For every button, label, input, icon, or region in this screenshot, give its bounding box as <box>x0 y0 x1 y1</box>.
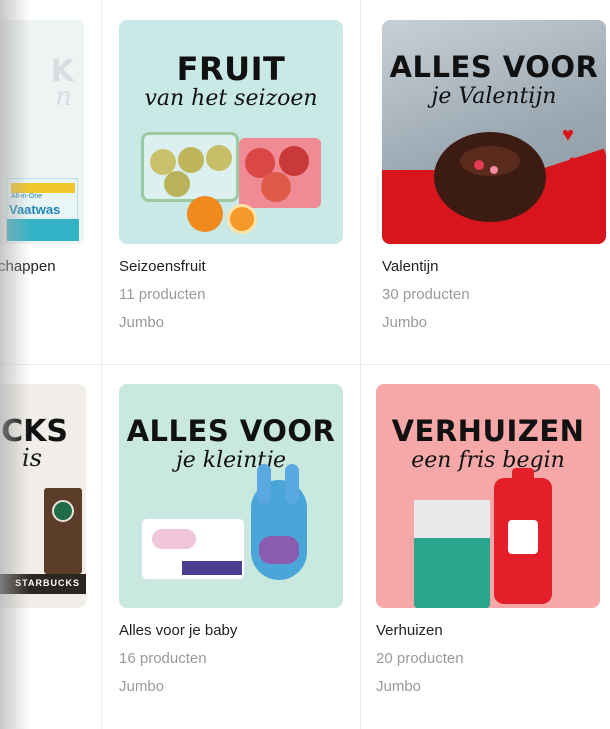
heart-icon: ♥ <box>562 124 574 146</box>
bunny-ear <box>285 464 299 504</box>
partial-card-name: chappen <box>0 258 56 275</box>
image-subline: je kleintje <box>175 448 287 473</box>
partial-subline: is <box>22 444 42 472</box>
bottle-cap <box>512 468 534 484</box>
wipes-pack <box>141 518 245 580</box>
dishwasher-pack: All-in-One Vaatwas <box>6 178 79 241</box>
category-card-verhuizen[interactable]: VERHUIZEN een fris begin Verhuizen 20 pr… <box>376 384 600 704</box>
product-count: 16 producten <box>119 650 207 667</box>
image-subline: je Valentijn <box>431 84 557 109</box>
cloth-pack-label <box>414 500 490 538</box>
mandarin-half-shape <box>227 204 257 234</box>
partial-card-top[interactable]: K n All-in-One Vaatwas chappen <box>0 20 86 300</box>
category-image: ALLES VOOR je kleintje <box>119 384 343 608</box>
chocolate-cake <box>434 132 546 222</box>
image-subline: van het seizoen <box>144 86 318 111</box>
coffee-box: STARBUCKS <box>0 574 86 594</box>
wipes-band <box>182 561 242 575</box>
product-count: 30 producten <box>382 286 470 303</box>
bunny-ear <box>257 464 271 504</box>
coffee-bag <box>44 488 82 574</box>
category-image: ALLES VOOR je Valentijn ♥ ♥ <box>382 20 606 244</box>
pear-shape <box>178 147 204 173</box>
partial-subline: n <box>55 82 72 112</box>
image-subline: een fris begin <box>411 448 565 473</box>
partial-card-bottom-image: CKS is STARBUCKS <box>0 384 86 608</box>
partial-card-bottom[interactable]: CKS is STARBUCKS <box>0 384 86 608</box>
category-name: Alles voor je baby <box>119 622 238 639</box>
image-headline: FRUIT <box>176 50 286 88</box>
image-headline: ALLES VOOR <box>126 414 336 448</box>
pear-shape <box>206 145 232 171</box>
brand-name: Jumbo <box>119 314 165 331</box>
brand-name: Jumbo <box>119 678 165 695</box>
pack-label-small: All-in-One <box>11 193 43 200</box>
category-name: Verhuizen <box>376 622 443 639</box>
sprinkle <box>490 166 498 174</box>
wipes-label <box>152 529 196 549</box>
coffee-box-label: STARBUCKS <box>15 578 80 588</box>
brand-name: Jumbo <box>376 678 422 695</box>
apple-shape <box>279 146 309 176</box>
pack-bottom-band <box>7 219 79 241</box>
mandarin-shape <box>187 196 223 232</box>
cleaning-cloth-pack <box>414 500 490 608</box>
row-divider <box>0 364 610 365</box>
sprinkle <box>474 160 484 170</box>
category-image: FRUIT van het seizoen <box>119 20 343 244</box>
category-card-valentijn[interactable]: ALLES VOOR je Valentijn ♥ ♥ Valentijn 30… <box>382 20 606 340</box>
product-count: 20 producten <box>376 650 464 667</box>
category-card-seizoensfruit[interactable]: FRUIT van het seizoen Seizoensfruit 11 p… <box>119 20 343 340</box>
image-headline: ALLES VOOR <box>389 50 599 84</box>
apple-tray <box>239 138 321 208</box>
category-image: VERHUIZEN een fris begin <box>376 384 600 608</box>
brand-name: Jumbo <box>382 314 428 331</box>
category-name: Seizoensfruit <box>119 258 206 275</box>
bottle-label <box>508 520 538 554</box>
product-count: 11 producten <box>119 286 206 303</box>
heart-icon: ♥ <box>568 148 584 178</box>
apple-shape <box>261 172 291 202</box>
fruit-basket <box>141 132 239 202</box>
starbucks-logo-icon <box>52 500 74 522</box>
bunny-shirt <box>259 536 299 564</box>
plush-bunny <box>251 464 307 580</box>
image-headline: VERHUIZEN <box>391 414 585 448</box>
partial-card-top-image: K n All-in-One Vaatwas <box>0 20 84 244</box>
pack-label-large: Vaatwas <box>9 202 61 217</box>
ammonia-bottle <box>494 468 552 604</box>
category-name: Valentijn <box>382 258 439 275</box>
pear-shape <box>164 171 190 197</box>
category-card-baby[interactable]: ALLES VOOR je kleintje Alles voor je bab… <box>119 384 343 704</box>
pack-top-band <box>11 183 75 193</box>
